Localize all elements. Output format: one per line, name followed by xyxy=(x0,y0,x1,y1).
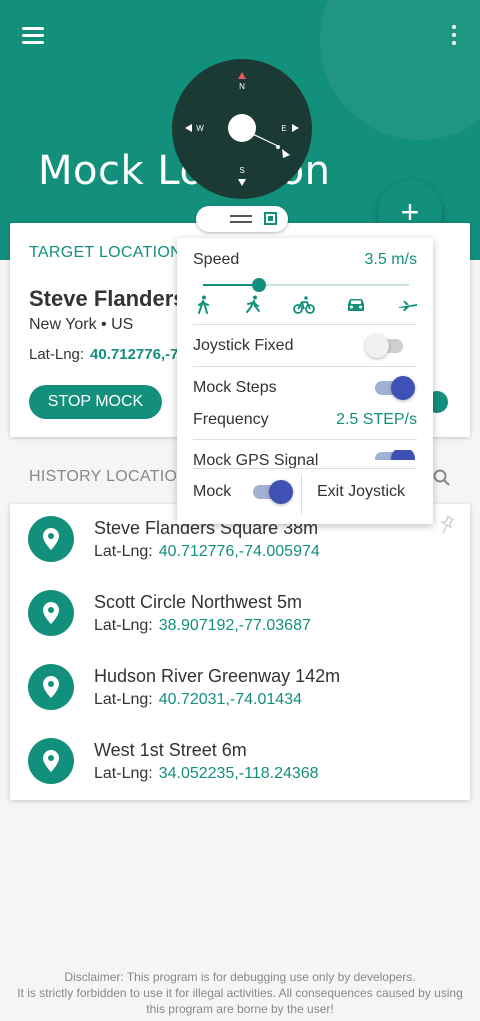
compass-south-label: S xyxy=(239,166,244,175)
window-icon[interactable] xyxy=(264,212,277,225)
drag-handle-icon[interactable] xyxy=(230,214,252,224)
compass-east-label: E xyxy=(281,124,286,133)
frequency-label: Frequency xyxy=(193,411,269,428)
history-item[interactable]: Scott Circle Northwest 5m Lat-Lng: 38.907… xyxy=(10,578,470,652)
pin-favorite-icon[interactable] xyxy=(438,515,456,535)
compass-north-label: N xyxy=(239,82,245,91)
history-latlng-label: Lat-Lng: xyxy=(94,691,153,708)
run-icon[interactable] xyxy=(242,294,264,316)
joystick-fixed-label: Joystick Fixed xyxy=(193,337,294,354)
frequency-value[interactable]: 2.5 STEP/s xyxy=(336,411,417,429)
west-arrow-icon xyxy=(185,124,192,132)
heading-arrow-icon xyxy=(282,149,290,158)
east-arrow-icon xyxy=(292,124,299,132)
divider xyxy=(193,468,417,469)
history-item-name: Hudson River Greenway 142m xyxy=(94,666,341,686)
speed-slider[interactable] xyxy=(203,278,409,292)
location-pin-icon xyxy=(28,664,74,710)
history-list: Steve Flanders Square 38m Lat-Lng: 40.712… xyxy=(10,504,470,800)
target-region: New York • US xyxy=(29,316,134,333)
hamburger-icon[interactable] xyxy=(22,25,46,45)
history-item[interactable]: West 1st Street 6m Lat-Lng: 34.052235,-11… xyxy=(10,726,470,800)
mock-steps-toggle[interactable] xyxy=(375,376,415,400)
joystick-knob xyxy=(228,114,256,142)
joystick-compass[interactable]: N W E S xyxy=(172,59,312,199)
history-latlng-label: Lat-Lng: xyxy=(94,765,153,782)
history-latlng-value: 40.72031,-74.01434 xyxy=(158,691,302,708)
divider xyxy=(301,474,302,514)
divider xyxy=(193,366,417,367)
car-icon[interactable] xyxy=(345,294,367,316)
disclaimer-line-1: Disclaimer: This program is for debuggin… xyxy=(64,970,416,984)
more-vert-icon[interactable] xyxy=(448,23,460,47)
location-pin-icon xyxy=(28,590,74,636)
history-item-latlng: Lat-Lng: 40.72031,-74.01434 xyxy=(94,691,302,709)
plane-icon[interactable] xyxy=(397,294,419,316)
walk-icon[interactable] xyxy=(193,294,215,316)
search-icon[interactable] xyxy=(432,468,452,488)
mock-steps-label: Mock Steps xyxy=(193,379,277,396)
south-arrow-icon xyxy=(238,179,246,186)
north-arrow-icon xyxy=(238,72,246,79)
joystick-settings-panel: Speed 3.5 m/s Joystick Fixed Mock Steps … xyxy=(177,238,433,524)
history-item-name: Scott Circle Northwest 5m xyxy=(94,592,303,612)
joystick-toolbar xyxy=(196,206,288,232)
disclaimer-line-3: this program are borne by the user! xyxy=(146,1002,334,1016)
disclaimer-line-2: It is strictly forbidden to use it for i… xyxy=(17,986,463,1000)
history-item-latlng: Lat-Lng: 38.907192,-77.03687 xyxy=(94,617,311,635)
history-item-latlng: Lat-Lng: 40.712776,-74.005974 xyxy=(94,543,320,561)
mock-gps-label: Mock GPS Signal xyxy=(193,452,319,468)
history-latlng-label: Lat-Lng: xyxy=(94,543,153,560)
history-latlng-label: Lat-Lng: xyxy=(94,617,153,634)
speed-label: Speed xyxy=(193,251,240,268)
disclaimer: Disclaimer: This program is for debuggin… xyxy=(0,969,480,1017)
history-latlng-value: 34.052235,-118.24368 xyxy=(158,765,319,782)
history-item[interactable]: Hudson River Greenway 142m Lat-Lng: 40.72… xyxy=(10,652,470,726)
mock-label: Mock xyxy=(193,483,232,500)
history-latlng-value: 38.907192,-77.03687 xyxy=(158,617,311,634)
divider xyxy=(193,324,417,325)
divider xyxy=(193,439,417,440)
mock-gps-toggle[interactable] xyxy=(375,450,415,460)
bike-icon[interactable] xyxy=(293,294,315,316)
mock-toggle[interactable] xyxy=(253,480,293,504)
history-item-name: West 1st Street 6m xyxy=(94,740,247,760)
location-pin-icon xyxy=(28,738,74,784)
header-decoration xyxy=(320,0,480,140)
exit-joystick-button[interactable]: Exit Joystick xyxy=(317,483,405,501)
target-latlng-label: Lat-Lng: xyxy=(29,346,85,363)
compass-west-label: W xyxy=(196,124,204,133)
location-pin-icon xyxy=(28,516,74,562)
speed-value: 3.5 m/s xyxy=(364,251,417,268)
joystick-fixed-toggle[interactable] xyxy=(365,334,407,358)
history-latlng-value: 40.712776,-74.005974 xyxy=(158,543,320,560)
stop-mock-button[interactable]: STOP MOCK xyxy=(29,385,162,419)
target-section-label: TARGET LOCATION xyxy=(29,244,182,261)
speed-slider-fill xyxy=(203,284,259,286)
history-section-label: HISTORY LOCATION xyxy=(29,468,190,485)
history-item-latlng: Lat-Lng: 34.052235,-118.24368 xyxy=(94,765,319,783)
speed-slider-thumb[interactable] xyxy=(251,278,266,292)
